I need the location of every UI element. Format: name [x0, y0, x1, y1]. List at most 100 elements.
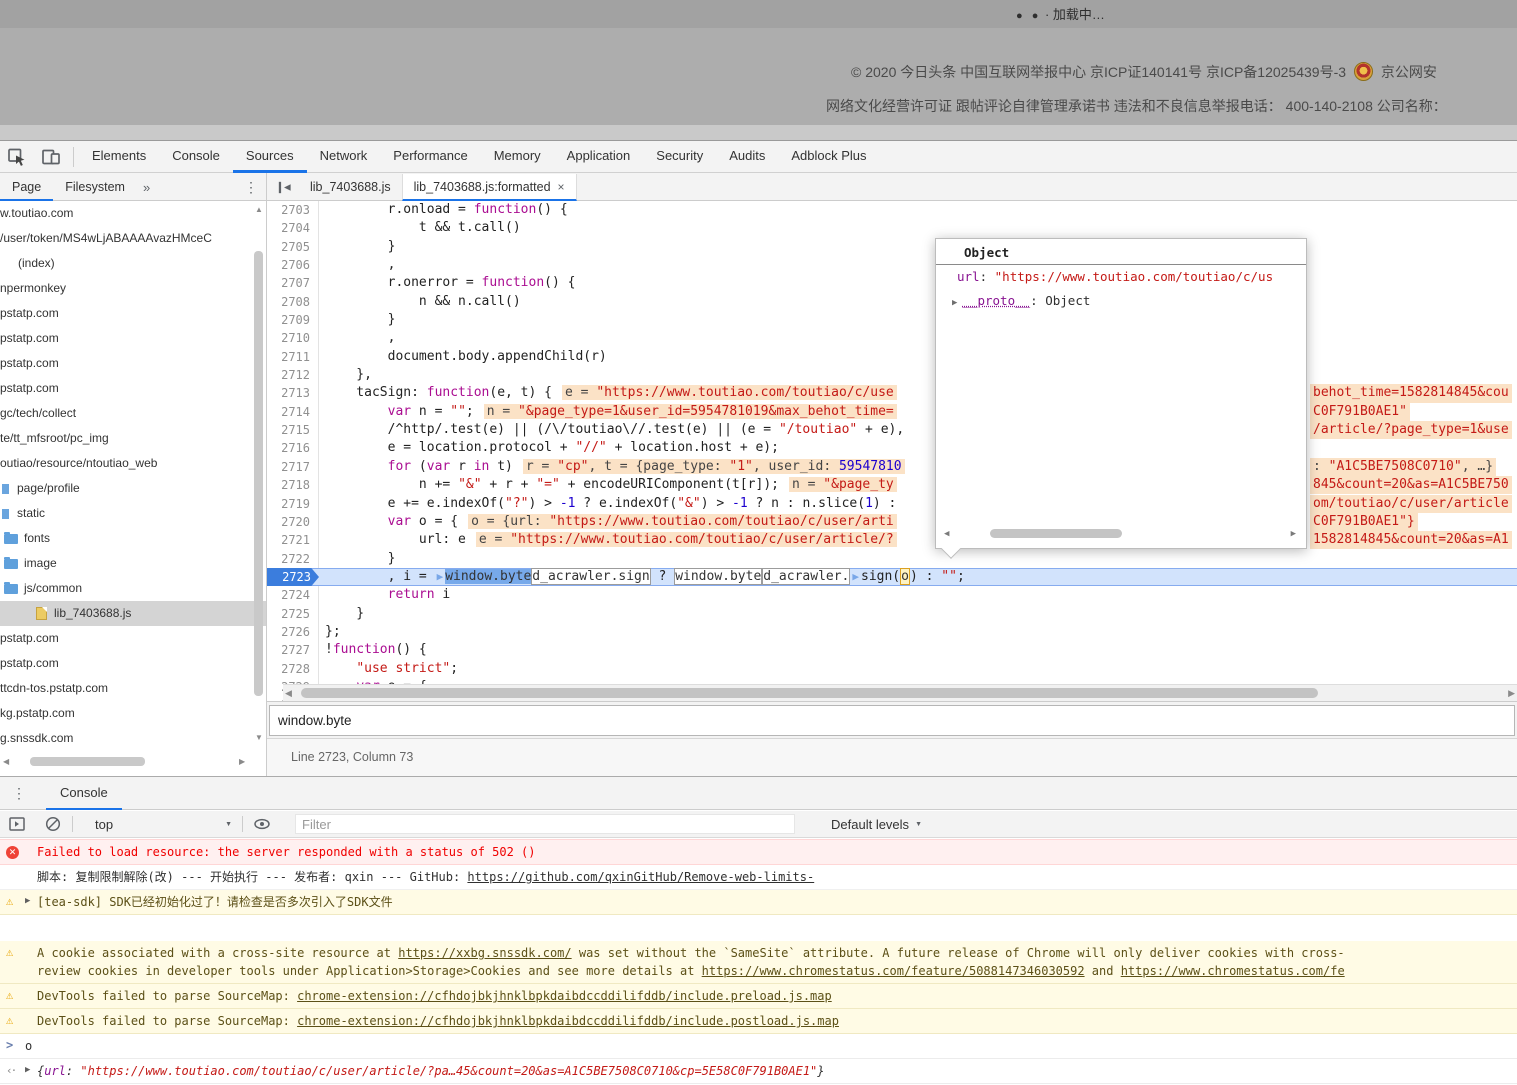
- sidebar-hscrollbar[interactable]: [30, 757, 145, 766]
- message-link[interactable]: https://xxbg.snssdk.com/: [398, 946, 571, 960]
- tab-console[interactable]: Console: [159, 141, 233, 173]
- scroll-right-icon[interactable]: ▶: [1291, 529, 1296, 539]
- expand-triangle-icon[interactable]: ▶: [952, 298, 957, 308]
- close-icon[interactable]: ×: [558, 180, 565, 194]
- tab-security[interactable]: Security: [643, 141, 716, 173]
- code-line-2714[interactable]: 2714 var n = "";n = "&page_type=1&user_i…: [267, 403, 1517, 421]
- file-tree-item-lib-7403688-js[interactable]: lib_7403688.js: [0, 601, 266, 626]
- line-number[interactable]: 2713: [267, 384, 319, 402]
- tab-network[interactable]: Network: [307, 141, 381, 173]
- scroll-left-icon[interactable]: ◀: [285, 688, 292, 699]
- tab-sources[interactable]: Sources: [233, 141, 307, 173]
- file-tree-item-static[interactable]: static: [0, 501, 266, 526]
- popup-property-url[interactable]: url: "https://www.toutiao.com/toutiao/c/…: [936, 267, 1306, 289]
- execution-line-number[interactable]: 2723: [267, 568, 319, 586]
- editor-tab-lib-7403688-js[interactable]: lib_7403688.js: [299, 174, 402, 201]
- navigator-more-tabs-icon[interactable]: »: [137, 180, 156, 195]
- line-number[interactable]: 2722: [267, 550, 319, 568]
- file-tree-item--user-token-ms4wljabaaaavazhmcec[interactable]: /user/token/MS4wLjABAAAAvazHMceC: [0, 226, 266, 251]
- line-number[interactable]: 2715: [267, 421, 319, 439]
- code-line-2706[interactable]: 2706 ,: [267, 256, 1517, 274]
- line-number[interactable]: 2704: [267, 219, 319, 237]
- code-line-2709[interactable]: 2709 }: [267, 311, 1517, 329]
- line-number[interactable]: 2712: [267, 366, 319, 384]
- tab-console[interactable]: Console: [46, 777, 122, 810]
- scroll-left-icon[interactable]: ◀: [944, 529, 949, 539]
- editor-hscrollbar-thumb[interactable]: [301, 688, 1318, 698]
- file-tree-item-pstatp-com[interactable]: pstatp.com: [0, 376, 266, 401]
- code-line-2728[interactable]: 2728 "use strict";: [267, 660, 1517, 678]
- code-line-2724[interactable]: 2724 return i: [267, 586, 1517, 604]
- code-line-2725[interactable]: 2725 }: [267, 605, 1517, 623]
- hide-navigator-icon[interactable]: [276, 179, 293, 196]
- line-number[interactable]: 2709: [267, 311, 319, 329]
- file-tree-item-page-profile[interactable]: page/profile: [0, 476, 266, 501]
- continue-to-here-icon[interactable]: ▶: [435, 570, 446, 583]
- file-tree-item-outiao-resource-ntoutiao-web[interactable]: outiao/resource/ntoutiao_web: [0, 451, 266, 476]
- line-number[interactable]: 2705: [267, 238, 319, 256]
- file-tree-item-pstatp-com[interactable]: pstatp.com: [0, 626, 266, 651]
- navigator-tab-filesystem[interactable]: Filesystem: [53, 174, 137, 201]
- hovered-variable[interactable]: o: [900, 568, 910, 585]
- code-line-2707[interactable]: 2707 r.onerror = function() {: [267, 274, 1517, 292]
- code-line-2708[interactable]: 2708 n && n.call(): [267, 293, 1517, 311]
- popup-property--proto-[interactable]: ▶__proto__: Object: [936, 291, 1306, 313]
- scroll-down-icon[interactable]: ▼: [255, 734, 263, 742]
- line-number[interactable]: 2717: [267, 458, 319, 476]
- line-number[interactable]: 2727: [267, 641, 319, 659]
- file-tree-item-kg-pstatp-com[interactable]: kg.pstatp.com: [0, 701, 266, 726]
- navigator-tab-page[interactable]: Page: [0, 174, 53, 201]
- file-tree-item-fonts[interactable]: fonts: [0, 526, 266, 551]
- line-number[interactable]: 2728: [267, 660, 319, 678]
- code-line-2726[interactable]: 2726};: [267, 623, 1517, 641]
- tab-application[interactable]: Application: [554, 141, 644, 173]
- continue-to-here-icon[interactable]: ▶: [850, 570, 861, 583]
- line-number[interactable]: 2706: [267, 256, 319, 274]
- eye-icon[interactable]: [253, 815, 271, 833]
- line-number[interactable]: 2720: [267, 513, 319, 531]
- code-line-2722[interactable]: 2722 }: [267, 550, 1517, 568]
- line-number[interactable]: 2707: [267, 274, 319, 292]
- line-number[interactable]: 2724: [267, 586, 319, 604]
- editor-hscrollbar[interactable]: ◀ ▶: [283, 684, 1517, 701]
- file-tree-item-image[interactable]: image: [0, 551, 266, 576]
- line-number[interactable]: 2714: [267, 403, 319, 421]
- file-tree-item-te-tt-mfsroot-pc-img[interactable]: te/tt_mfsroot/pc_img: [0, 426, 266, 451]
- file-tree-item-pstatp-com[interactable]: pstatp.com: [0, 351, 266, 376]
- code-line-2711[interactable]: 2711 document.body.appendChild(r): [267, 348, 1517, 366]
- context-selector[interactable]: top: [95, 817, 113, 832]
- code-line-2704[interactable]: 2704 t && t.call(): [267, 219, 1517, 237]
- code-line-2716[interactable]: 2716 e = location.protocol + "//" + loca…: [267, 439, 1517, 457]
- expand-triangle-icon[interactable]: ▶: [25, 1062, 37, 1078]
- scroll-up-icon[interactable]: ▲: [255, 206, 263, 214]
- line-number[interactable]: 2710: [267, 329, 319, 347]
- drawer-menu-icon[interactable]: ⋮: [12, 785, 26, 802]
- line-number[interactable]: 2725: [267, 605, 319, 623]
- chevron-down-icon[interactable]: ▼: [915, 821, 922, 828]
- code-line-2723[interactable]: 2723 , i = ▶window.byted_acrawler.sign ?…: [267, 568, 1517, 586]
- console-filter-input[interactable]: [295, 814, 795, 834]
- scroll-right-icon[interactable]: ▶: [1508, 688, 1515, 699]
- code-line-2720[interactable]: 2720 var o = {o = {url: "https://www.tou…: [267, 513, 1517, 531]
- tab-performance[interactable]: Performance: [380, 141, 480, 173]
- code-line-2703[interactable]: 2703 r.onload = function() {: [267, 201, 1517, 219]
- message-link[interactable]: https://github.com/qxinGitHub/Remove-web…: [467, 870, 814, 884]
- code-line-2719[interactable]: 2719 e += e.indexOf("?") > -1 ? e.indexO…: [267, 495, 1517, 513]
- file-tree-item-w-toutiao-com[interactable]: w.toutiao.com: [0, 201, 266, 226]
- message-link[interactable]: https://www.chromestatus.com/fe: [1121, 964, 1345, 978]
- chevron-down-icon[interactable]: ▼: [225, 821, 232, 828]
- file-tree-item-pstatp-com[interactable]: pstatp.com: [0, 301, 266, 326]
- line-number[interactable]: 2721: [267, 531, 319, 549]
- inspect-element-icon[interactable]: [7, 147, 27, 167]
- scroll-left-icon[interactable]: ◀: [3, 758, 9, 766]
- search-input[interactable]: [269, 705, 1515, 736]
- line-number[interactable]: 2716: [267, 439, 319, 457]
- line-number[interactable]: 2719: [267, 495, 319, 513]
- log-levels-selector[interactable]: Default levels: [831, 817, 909, 832]
- device-toolbar-icon[interactable]: [41, 147, 61, 167]
- message-link[interactable]: chrome-extension://cfhdojbkjhnklbpkdaibd…: [297, 1014, 839, 1028]
- code-line-2727[interactable]: 2727!function() {: [267, 641, 1517, 659]
- file-tree-item-pstatp-com[interactable]: pstatp.com: [0, 326, 266, 351]
- code-line-2713[interactable]: 2713 tacSign: function(e, t) {e = "https…: [267, 384, 1517, 402]
- line-number[interactable]: 2711: [267, 348, 319, 366]
